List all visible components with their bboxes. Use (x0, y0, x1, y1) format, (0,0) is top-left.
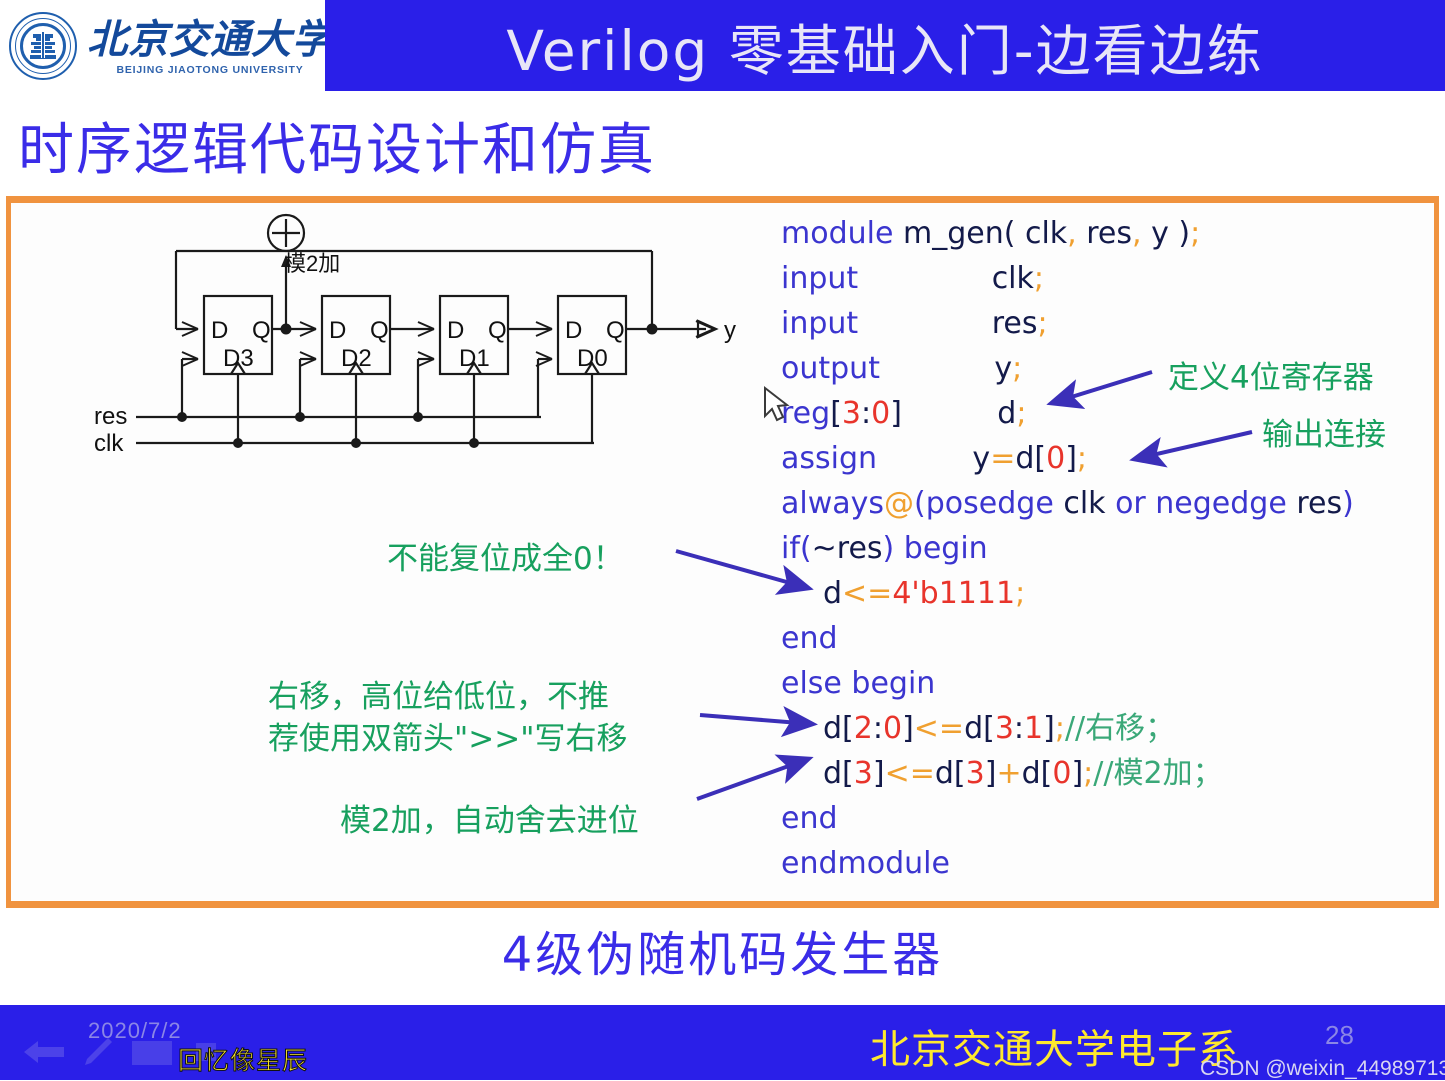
code-line: always@(posedge clk or negedge res) (781, 486, 1354, 521)
output-label-y: y (724, 317, 736, 344)
ff-d0-name: D0 (577, 345, 608, 372)
university-seal-icon (8, 11, 80, 83)
input-label-res: res (94, 403, 127, 430)
ff-d1-name: D1 (459, 345, 490, 372)
footer-date: 2020/7/2 (88, 1018, 182, 1043)
code-line: module m_gen( clk, res, y ); (781, 216, 1201, 251)
code-line: end (781, 801, 838, 836)
section-heading: 时序逻辑代码设计和仿真 (18, 118, 656, 183)
university-logo: 北京交通大学 BEIJING JIAOTONG UNIVERSITY (8, 4, 332, 90)
content-area: 模2加 D Q D3 D Q D2 D Q D1 D Q D0 res clk … (11, 203, 1434, 901)
annotation-output-connect: 输出连接 (1262, 417, 1386, 453)
logo-english-name: BEIJING JIAOTONG UNIVERSITY (116, 63, 304, 76)
rectangle-icon[interactable] (132, 1041, 172, 1065)
ff-d3-q-pin: Q (252, 317, 271, 344)
junction-dot (646, 323, 658, 335)
ff-d0-d-pin: D (565, 317, 582, 344)
back-arrow-icon[interactable] (22, 1037, 68, 1067)
input-label-clk: clk (94, 430, 124, 457)
code-line: d[2:0]<=d[3:1];//右移； (823, 711, 1176, 746)
footer-department: 北京交通大学电子系 (870, 1027, 1239, 1073)
annotation-right-shift-line1: 右移，高位给低位，不推 (268, 679, 609, 715)
code-line: endmodule (781, 846, 950, 881)
seal-emblem-icon (30, 32, 56, 59)
ff-d2-name: D2 (341, 345, 372, 372)
ff-d0-q-pin: Q (606, 317, 625, 344)
ff-d2-d-pin: D (329, 317, 346, 344)
slide-header: 北京交通大学 BEIJING JIAOTONG UNIVERSITY Veril… (0, 0, 1445, 92)
code-line: else begin (781, 666, 936, 701)
slide: 北京交通大学 BEIJING JIAOTONG UNIVERSITY Veril… (0, 0, 1445, 1080)
footer-watermark: 回忆像星辰 (177, 1046, 309, 1076)
frame-border-right (1434, 196, 1439, 908)
verilog-code-block: module m_gen( clk, res, y ); input clk; in… (781, 211, 1391, 886)
code-line: input res; (781, 306, 1048, 341)
ff-d1-q-pin: Q (488, 317, 507, 344)
ff-d3-name: D3 (223, 345, 254, 372)
annotation-define-register: 定义4位寄存器 (1168, 360, 1374, 396)
mod2-adder-label: 模2加 (284, 251, 340, 276)
page-title: Verilog 零基础入门-边看边练 (506, 18, 1264, 83)
footer-csdn-watermark: CSDN @weixin_44989713 (1200, 1057, 1445, 1080)
title-banner: Verilog 零基础入门-边看边练 (325, 0, 1445, 91)
circuit-diagram: 模2加 D Q D3 D Q D2 D Q D1 D Q D0 res clk … (94, 213, 736, 457)
code-line: if(~res) begin (781, 531, 988, 566)
code-line: d[3]<=d[3]+d[0];//模2加； (823, 756, 1223, 791)
content-frame: 模2加 D Q D3 D Q D2 D Q D1 D Q D0 res clk … (0, 196, 1445, 908)
code-line: end (781, 621, 838, 656)
frame-border-bottom (6, 901, 1439, 908)
code-line: d<=4'b1111; (823, 576, 1026, 611)
junction-dot (280, 323, 292, 335)
annotation-mod2-add: 模2加，自动舍去进位 (340, 803, 639, 839)
annotation-no-reset-zero: 不能复位成全0！ (387, 541, 624, 577)
ff-d1-d-pin: D (447, 317, 464, 344)
slide-footer: 2020/7/2 回忆像星辰 北京交通大学电子系 28 CSDN @weixin… (0, 1005, 1445, 1080)
frame-border-top (6, 196, 1439, 203)
ff-d3-d-pin: D (211, 317, 228, 344)
footer-page-number: 28 (1325, 1020, 1354, 1050)
code-line: input clk; (781, 261, 1044, 296)
logo-chinese-name: 北京交通大学 (87, 15, 333, 63)
ff-d2-q-pin: Q (370, 317, 389, 344)
annotation-right-shift: 右移，高位给低位，不推 荐使用双箭头">>"写右移 (268, 676, 627, 760)
slide-caption: 4级伪随机码发生器 (501, 927, 944, 983)
annotation-right-shift-line2: 荐使用双箭头">>"写右移 (268, 721, 628, 757)
